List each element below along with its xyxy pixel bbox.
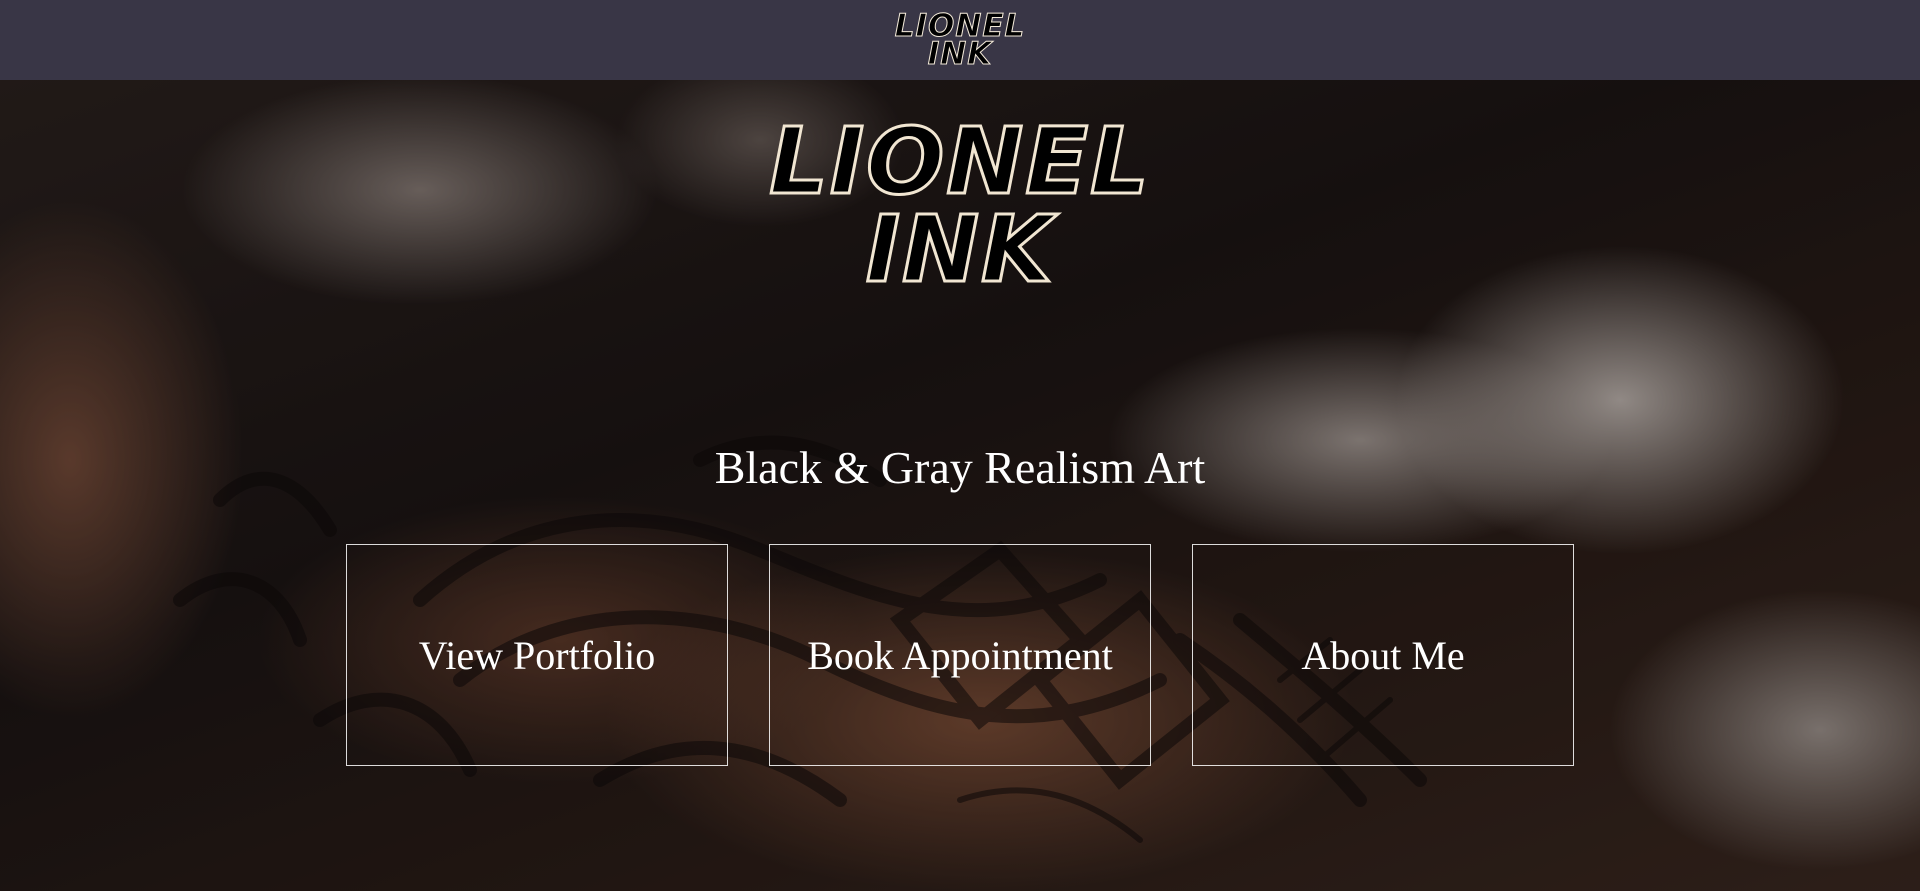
hero-logo: LIONEL INK: [700, 108, 1220, 303]
hero-tagline: Black & Gray Realism Art: [714, 442, 1206, 493]
hero-logo-line-1: LIONEL: [768, 108, 1151, 215]
view-portfolio-button[interactable]: View Portfolio: [346, 544, 728, 766]
top-nav-bar: LIONEL INK: [0, 0, 1920, 80]
hero-logo-line-2: INK: [864, 196, 1055, 303]
header-logo[interactable]: LIONEL INK: [880, 10, 1040, 72]
about-me-button[interactable]: About Me: [1192, 544, 1574, 766]
book-appointment-button[interactable]: Book Appointment: [769, 544, 1151, 766]
cta-button-row: View Portfolio Book Appointment About Me: [346, 544, 1574, 768]
header-logo-line-2: INK: [927, 36, 993, 72]
